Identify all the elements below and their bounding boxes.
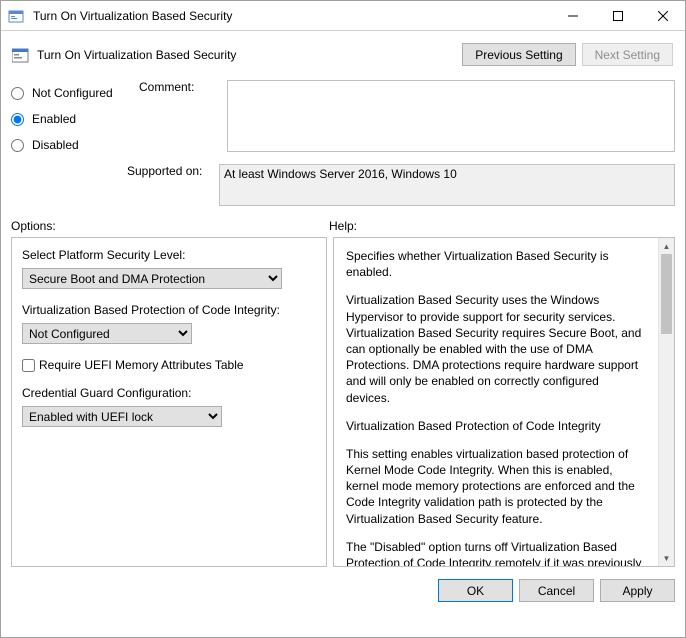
help-paragraph: The "Disabled" option turns off Virtuali…: [346, 539, 646, 566]
help-scrollbar[interactable]: ▲ ▼: [658, 238, 674, 566]
code-integrity-select[interactable]: Not Configured: [22, 323, 192, 344]
radio-disabled-label: Disabled: [32, 138, 79, 152]
policy-title: Turn On Virtualization Based Security: [37, 48, 462, 62]
scroll-down-arrow-icon[interactable]: ▼: [659, 550, 674, 566]
code-integrity-label: Virtualization Based Protection of Code …: [22, 303, 316, 317]
scroll-up-arrow-icon[interactable]: ▲: [659, 238, 674, 254]
radio-not-configured-label: Not Configured: [32, 86, 113, 100]
state-radio-group: Not Configured Enabled Disabled: [11, 80, 131, 158]
window-title: Turn On Virtualization Based Security: [31, 9, 550, 23]
close-button[interactable]: [640, 1, 685, 31]
cancel-button[interactable]: Cancel: [519, 579, 594, 602]
apply-button[interactable]: Apply: [600, 579, 675, 602]
supported-on-value: [219, 164, 675, 206]
platform-security-level-select[interactable]: Secure Boot and DMA Protection: [22, 268, 282, 289]
credential-guard-label: Credential Guard Configuration:: [22, 386, 316, 400]
scroll-thumb[interactable]: [661, 254, 672, 334]
help-paragraph: Virtualization Based Security uses the W…: [346, 292, 646, 405]
comment-input[interactable]: [227, 80, 675, 152]
radio-enabled[interactable]: [11, 113, 24, 126]
platform-security-level-label: Select Platform Security Level:: [22, 248, 316, 262]
options-section-label: Options:: [11, 219, 329, 233]
title-bar: Turn On Virtualization Based Security: [1, 1, 685, 31]
header: Turn On Virtualization Based Security Pr…: [1, 31, 685, 72]
app-icon: [1, 8, 31, 24]
radio-enabled-label: Enabled: [32, 112, 76, 126]
options-panel: Select Platform Security Level: Secure B…: [11, 237, 327, 567]
dialog-button-bar: OK Cancel Apply: [1, 573, 685, 610]
comment-label: Comment:: [139, 80, 219, 94]
help-section-label: Help:: [329, 219, 357, 233]
radio-not-configured[interactable]: [11, 87, 24, 100]
help-paragraph: Virtualization Based Protection of Code …: [346, 418, 646, 434]
previous-setting-button[interactable]: Previous Setting: [462, 43, 575, 66]
uefi-memory-attributes-label: Require UEFI Memory Attributes Table: [39, 358, 244, 372]
policy-icon: [11, 46, 31, 64]
help-panel: Specifies whether Virtualization Based S…: [333, 237, 675, 567]
minimize-button[interactable]: [550, 1, 595, 31]
uefi-memory-attributes-checkbox[interactable]: [22, 359, 35, 372]
radio-disabled[interactable]: [11, 139, 24, 152]
supported-on-label: Supported on:: [11, 164, 211, 209]
next-setting-button: Next Setting: [582, 43, 673, 66]
credential-guard-select[interactable]: Enabled with UEFI lock: [22, 406, 222, 427]
help-paragraph: Specifies whether Virtualization Based S…: [346, 248, 646, 280]
ok-button[interactable]: OK: [438, 579, 513, 602]
help-paragraph: This setting enables virtualization base…: [346, 446, 646, 527]
maximize-button[interactable]: [595, 1, 640, 31]
